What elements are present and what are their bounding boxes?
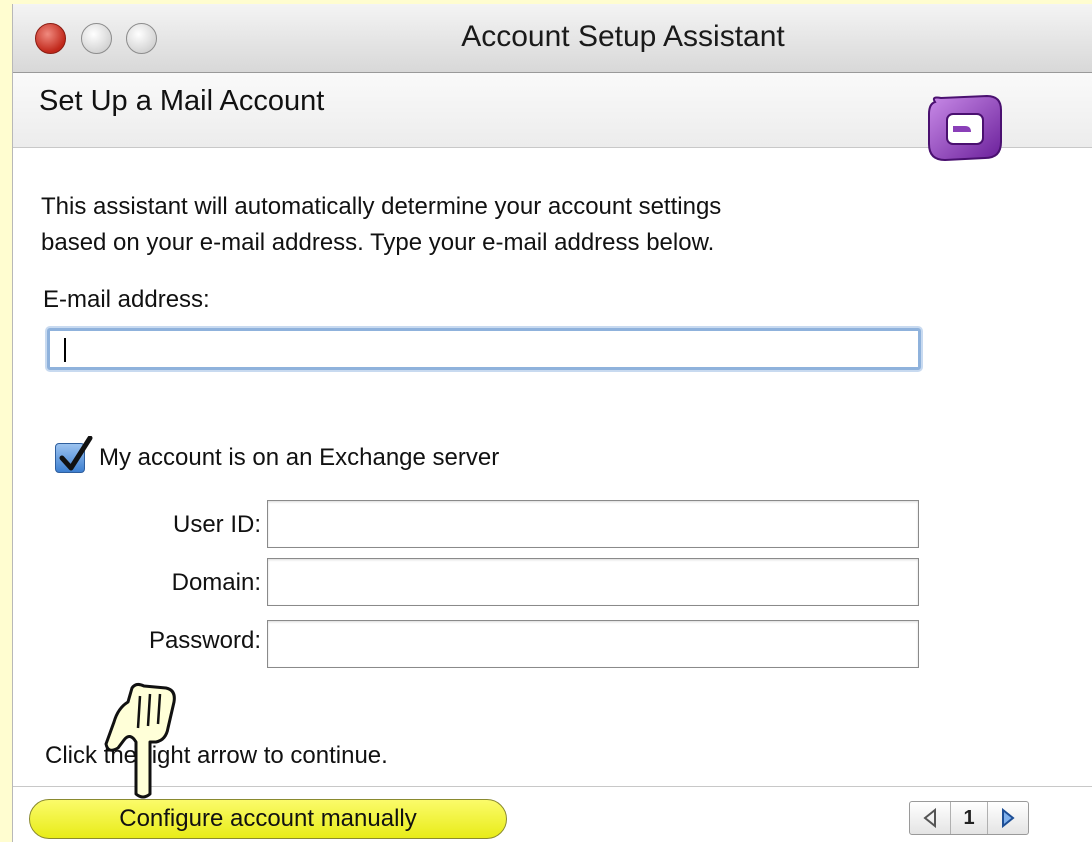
password-label: Password: (148, 627, 261, 654)
title-bar[interactable]: Account Setup Assistant (13, 4, 1092, 73)
password-field[interactable] (267, 620, 919, 668)
window-title: Account Setup Assistant (461, 20, 785, 53)
checkmark-icon (59, 436, 93, 471)
text-caret (64, 338, 66, 362)
intro-text: This assistant will automatically determ… (41, 193, 722, 256)
page-navigation: 1 (909, 801, 1029, 835)
exchange-checkbox-label: My account is on an Exchange server (99, 444, 500, 471)
user-id-field[interactable] (267, 500, 919, 548)
email-field[interactable] (47, 328, 921, 370)
user-id-label: User ID: (172, 511, 261, 538)
configure-manually-button[interactable]: Configure account manually (29, 799, 507, 839)
hand-pointer-icon (104, 682, 176, 799)
next-arrow-icon[interactable] (988, 802, 1028, 834)
exchange-checkbox[interactable] (55, 436, 93, 473)
domain-field[interactable] (267, 558, 919, 606)
previous-arrow-icon[interactable] (910, 802, 950, 834)
email-label: E-mail address: (43, 286, 210, 313)
domain-label: Domain: (171, 569, 261, 596)
page-number: 1 (950, 802, 988, 834)
page-title: Set Up a Mail Account (39, 85, 325, 117)
entourage-icon (928, 94, 1002, 162)
